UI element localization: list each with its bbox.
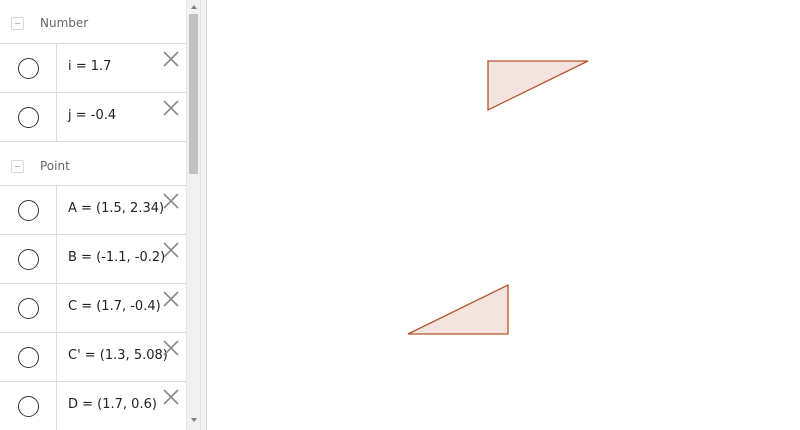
delete-icon[interactable] <box>162 241 180 259</box>
visibility-toggle-cell <box>0 382 57 430</box>
visibility-toggle-cell <box>0 93 57 141</box>
visibility-toggle-c[interactable] <box>18 298 39 319</box>
algebra-row-i[interactable]: i = 1.7 <box>0 44 186 93</box>
algebra-row-d[interactable]: D = (1.7, 0.6) <box>0 382 186 430</box>
collapse-group-number-button[interactable] <box>11 17 24 30</box>
algebra-expression-d[interactable]: D = (1.7, 0.6) <box>68 397 157 412</box>
delete-icon[interactable] <box>162 50 180 68</box>
algebra-scrollbar[interactable] <box>186 0 200 430</box>
delete-icon[interactable] <box>162 192 180 210</box>
polygon-upper-triangle[interactable] <box>487 60 589 112</box>
graphics-view[interactable] <box>207 0 800 430</box>
algebra-row-c-prime[interactable]: C' = (1.3, 5.08) <box>0 333 186 382</box>
visibility-toggle-c-prime[interactable] <box>18 347 39 368</box>
delete-icon[interactable] <box>162 99 180 117</box>
group-label-point: Point <box>40 159 70 173</box>
visibility-toggle-i[interactable] <box>18 58 39 79</box>
algebra-row-a[interactable]: A = (1.5, 2.34) <box>0 186 186 235</box>
visibility-toggle-b[interactable] <box>18 249 39 270</box>
algebra-expression-a[interactable]: A = (1.5, 2.34) <box>68 201 164 216</box>
visibility-toggle-cell <box>0 284 57 332</box>
visibility-toggle-j[interactable] <box>18 107 39 128</box>
algebra-row-c[interactable]: C = (1.7, -0.4) <box>0 284 186 333</box>
group-header-number: Number <box>0 0 186 44</box>
group-header-point: Point <box>0 142 186 186</box>
collapse-group-point-button[interactable] <box>11 160 24 173</box>
visibility-toggle-cell <box>0 235 57 283</box>
algebra-expression-c-prime[interactable]: C' = (1.3, 5.08) <box>68 348 168 363</box>
algebra-row-b[interactable]: B = (-1.1, -0.2) <box>0 235 186 284</box>
scroll-up-icon[interactable] <box>191 5 197 9</box>
algebra-expression-c[interactable]: C = (1.7, -0.4) <box>68 299 161 314</box>
graphics-canvas[interactable] <box>207 0 800 430</box>
algebra-expression-j[interactable]: j = -0.4 <box>68 108 116 123</box>
delete-icon[interactable] <box>162 290 180 308</box>
algebra-expression-b[interactable]: B = (-1.1, -0.2) <box>68 250 165 265</box>
visibility-toggle-a[interactable] <box>18 200 39 221</box>
algebra-view: Number i = 1.7 j = -0.4 Point A = (1.5, … <box>0 0 186 430</box>
delete-icon[interactable] <box>162 388 180 406</box>
view-splitter[interactable] <box>200 0 207 430</box>
algebra-expression-i[interactable]: i = 1.7 <box>68 59 111 74</box>
visibility-toggle-cell <box>0 44 57 92</box>
visibility-toggle-cell <box>0 333 57 381</box>
visibility-toggle-d[interactable] <box>18 396 39 417</box>
scroll-down-icon[interactable] <box>191 418 197 422</box>
delete-icon[interactable] <box>162 339 180 357</box>
visibility-toggle-cell <box>0 186 57 234</box>
scrollbar-thumb[interactable] <box>189 14 198 174</box>
group-label-number: Number <box>40 16 89 30</box>
algebra-row-j[interactable]: j = -0.4 <box>0 93 186 142</box>
polygon-lower-triangle[interactable] <box>407 283 509 335</box>
